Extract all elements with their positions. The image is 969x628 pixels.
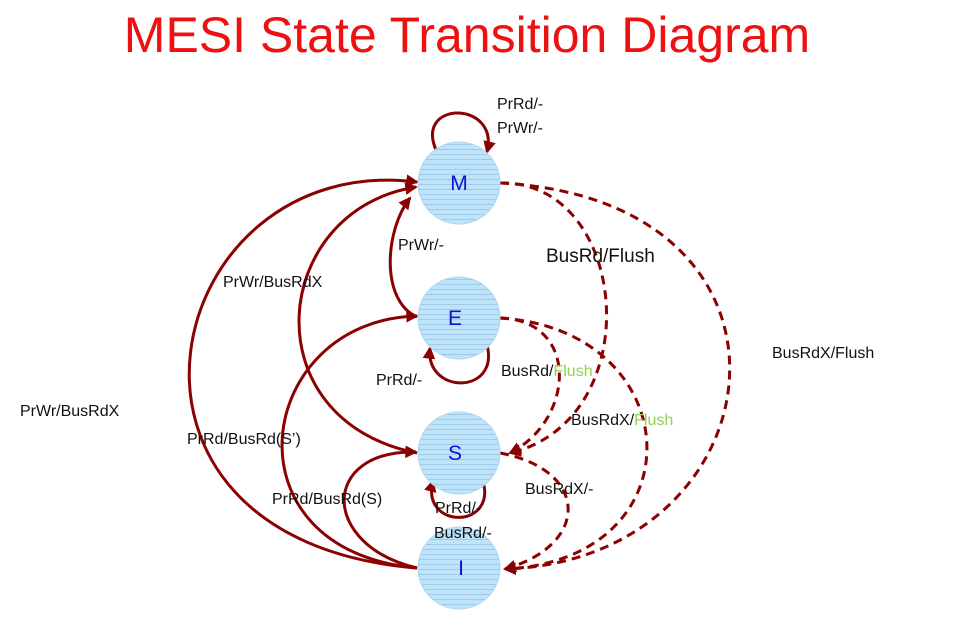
diagram-title: MESI State Transition Diagram [124, 7, 810, 63]
label-e-to-m: PrWr/- [398, 237, 444, 254]
label-s-to-i: BusRdX/- [525, 481, 593, 498]
label-s-to-m: PrWr/BusRdX [223, 274, 323, 291]
label-e-to-s: BusRd/Flush [501, 363, 593, 380]
label-i-to-e: PrRd/BusRd(S’) [187, 431, 301, 448]
edge-e-to-s [499, 316, 561, 455]
mesi-diagram: MESI State Transition Diagram M E S I Pr… [20, 7, 874, 610]
edge-e-to-m [388, 196, 418, 319]
edge-s-to-i [499, 451, 570, 573]
state-e: E [417, 276, 501, 360]
state-s-label: S [448, 442, 462, 465]
label-s-self-1: PrRd/- [435, 500, 481, 517]
label-i-to-s: PrRd/BusRd(S) [272, 491, 382, 508]
label-i-to-m: PrWr/BusRdX [20, 403, 120, 420]
label-e-self: PrRd/- [376, 372, 422, 389]
label-m-to-s: BusRd/Flush [546, 246, 655, 267]
edge-i-to-s [342, 445, 418, 570]
state-m: M [417, 141, 501, 225]
label-m-self-2: PrWr/- [497, 120, 543, 137]
state-m-label: M [450, 172, 468, 195]
label-s-self-2: BusRd/- [434, 525, 492, 542]
state-i-label: I [458, 557, 464, 580]
label-m-to-i: BusRdX/Flush [772, 345, 874, 362]
state-e-label: E [448, 307, 462, 330]
edge-e-to-i [499, 316, 649, 575]
label-m-self-1: PrRd/- [497, 96, 543, 113]
state-s: S [417, 411, 501, 495]
label-e-to-i: BusRdX/Flush [571, 412, 673, 429]
edge-s-to-m [297, 182, 418, 455]
